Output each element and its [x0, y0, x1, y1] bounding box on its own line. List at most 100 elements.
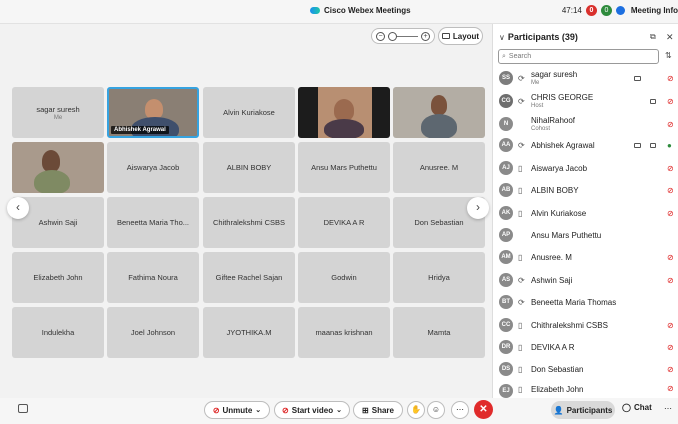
participants-button[interactable]: 👤 Participants — [551, 401, 615, 419]
video-tile[interactable]: Giftee Rachel Sajan — [203, 252, 295, 303]
participant-row[interactable]: SS ⟳ sagar suresh Me ⊘ — [493, 67, 678, 89]
participant-row[interactable]: BT ⟳ Beneetta Maria Thomas — [493, 291, 678, 313]
video-tile[interactable]: maanas krishnan — [298, 307, 390, 358]
participant-name: Elizabeth John — [531, 385, 584, 394]
notification-badge-red[interactable]: 0 — [585, 5, 597, 16]
muted-mic-icon[interactable]: ⊘ — [667, 276, 674, 285]
participant-row[interactable]: DR ▯ DEVIKA A R ⊘ — [493, 336, 678, 358]
raise-hand-button[interactable]: ✋ — [407, 401, 425, 419]
video-tile-camera[interactable] — [393, 87, 485, 138]
zoom-out-icon[interactable]: − — [376, 31, 385, 41]
video-tile-active-speaker[interactable]: Abhishek Agrawal — [107, 87, 199, 138]
layout-button[interactable]: Layout — [438, 27, 483, 45]
reactions-button[interactable]: ☺ — [427, 401, 445, 419]
muted-mic-icon[interactable]: ⊘ — [667, 343, 674, 352]
video-tile[interactable]: ALBIN BOBY — [203, 142, 295, 193]
video-tile[interactable]: Anusree. M — [393, 142, 485, 193]
muted-mic-icon[interactable]: ⊘ — [667, 74, 674, 83]
video-tile[interactable]: Godwin — [298, 252, 390, 303]
video-tile[interactable]: sagar suresh Me — [12, 87, 104, 138]
video-tile-camera[interactable] — [12, 142, 104, 193]
panel-title: Participants (39) — [507, 32, 578, 42]
avatar: SS — [499, 71, 513, 85]
more-options-button[interactable]: ⋯ — [451, 401, 469, 419]
avatar: DR — [499, 340, 513, 354]
chevron-down-icon[interactable]: ⌄ — [255, 406, 261, 414]
participant-video-body — [34, 170, 70, 193]
zoom-knob[interactable] — [388, 31, 397, 41]
video-tile[interactable]: DEVIKA A R — [298, 197, 390, 248]
notification-badge-green[interactable]: 0 — [600, 5, 612, 16]
sync-icon: ⟳ — [518, 140, 525, 150]
chat-button[interactable]: ◯ Chat — [622, 403, 652, 412]
zoom-slider[interactable]: − + — [371, 28, 435, 44]
next-page-button[interactable]: › — [467, 197, 489, 219]
video-tile[interactable]: Chithralekshmi CSBS — [203, 197, 295, 248]
participant-row[interactable]: CC ▯ Chithralekshmi CSBS ⊘ — [493, 314, 678, 336]
muted-mic-icon[interactable]: ⊘ — [667, 120, 674, 129]
start-video-button[interactable]: ⊘ Start video ⌄ — [274, 401, 350, 419]
share-button[interactable]: ⊞ Share — [353, 401, 403, 419]
muted-mic-icon[interactable]: ⊘ — [667, 384, 674, 393]
tile-name: JYOTHIKA.M — [226, 328, 272, 337]
muted-mic-icon[interactable]: ⊘ — [667, 97, 674, 106]
tile-name: Don Sebastian — [414, 218, 464, 227]
zoom-in-icon[interactable]: + — [421, 31, 430, 41]
chat-label: Chat — [633, 403, 652, 412]
video-tile[interactable]: Joel Johnson — [107, 307, 199, 358]
more-panels-icon[interactable]: ⋯ — [664, 404, 672, 413]
sort-icon[interactable]: ⇅ — [665, 51, 672, 60]
mic-active-icon[interactable]: ● — [667, 141, 672, 150]
participant-row[interactable]: AJ ▯ Aiswarya Jacob ⊘ — [493, 157, 678, 179]
chevron-down-icon[interactable]: ⌄ — [336, 406, 342, 414]
close-icon[interactable]: ✕ — [666, 32, 674, 43]
captions-icon[interactable] — [18, 404, 28, 413]
phone-device-icon: ▯ — [518, 252, 523, 262]
meeting-info-icon[interactable] — [615, 6, 625, 15]
participant-video-face — [334, 99, 354, 121]
video-tile[interactable]: Fathima Noura — [107, 252, 199, 303]
participant-row[interactable]: AP Ansu Mars Puthettu — [493, 224, 678, 246]
participant-row[interactable]: CG ⟳ CHRIS GEORGE Host ⊘ — [493, 90, 678, 112]
tile-name: Mamta — [427, 328, 451, 337]
video-tile[interactable]: Elizabeth John — [12, 252, 104, 303]
search-input[interactable]: ⌕ Search — [498, 49, 659, 64]
caption-icon — [634, 142, 641, 148]
app-title: Cisco Webex Meetings — [324, 6, 411, 15]
previous-page-button[interactable]: ‹ — [7, 197, 29, 219]
meeting-info-link[interactable]: Meeting Info — [631, 6, 678, 15]
participant-name: NihalRahoof — [531, 116, 576, 125]
participant-row[interactable]: EJ ▯ Elizabeth John ⊘ — [493, 380, 678, 398]
unmute-button[interactable]: ⊘ Unmute ⌄ — [204, 401, 270, 419]
video-tile[interactable]: Mamta — [393, 307, 485, 358]
video-tile[interactable]: Indulekha — [12, 307, 104, 358]
participant-row[interactable]: DS ▯ Don Sebastian ⊘ — [493, 358, 678, 380]
muted-mic-icon[interactable]: ⊘ — [667, 365, 674, 374]
avatar: AM — [499, 250, 513, 264]
muted-mic-icon[interactable]: ⊘ — [667, 321, 674, 330]
popout-icon[interactable]: ⧉ — [650, 32, 656, 42]
video-tile-camera[interactable] — [298, 87, 390, 138]
video-tile[interactable]: Aiswarya Jacob — [107, 142, 199, 193]
muted-mic-icon[interactable]: ⊘ — [667, 164, 674, 173]
participant-row[interactable]: AM ▯ Anusree. M ⊘ — [493, 246, 678, 268]
video-tile[interactable]: JYOTHIKA.M — [203, 307, 295, 358]
share-label: Share — [371, 405, 394, 415]
participant-row[interactable]: AS ⟳ Ashwin Saji ⊘ — [493, 269, 678, 291]
collapse-chevron-icon[interactable]: ∨ — [499, 33, 505, 42]
participant-row[interactable]: AA ⟳ Abhishek Agrawal ● — [493, 134, 678, 156]
end-meeting-button[interactable]: ✕ — [474, 400, 493, 419]
muted-mic-icon[interactable]: ⊘ — [667, 186, 674, 195]
zoom-track[interactable] — [388, 31, 418, 41]
participant-role: Me — [531, 80, 540, 86]
participant-row[interactable]: N NihalRahoof Cohost ⊘ — [493, 113, 678, 135]
video-tile[interactable]: Ansu Mars Puthettu — [298, 142, 390, 193]
participant-row[interactable]: AB ▯ ALBIN BOBY ⊘ — [493, 179, 678, 201]
video-tile[interactable]: Alvin Kuriakose — [203, 87, 295, 138]
video-tile[interactable]: Hridya — [393, 252, 485, 303]
tile-name: Ashwin Saji — [38, 218, 78, 227]
video-tile[interactable]: Beneetta Maria Tho... — [107, 197, 199, 248]
muted-mic-icon[interactable]: ⊘ — [667, 209, 674, 218]
participant-row[interactable]: AK ▯ Alvin Kuriakose ⊘ — [493, 202, 678, 224]
muted-mic-icon[interactable]: ⊘ — [667, 253, 674, 262]
